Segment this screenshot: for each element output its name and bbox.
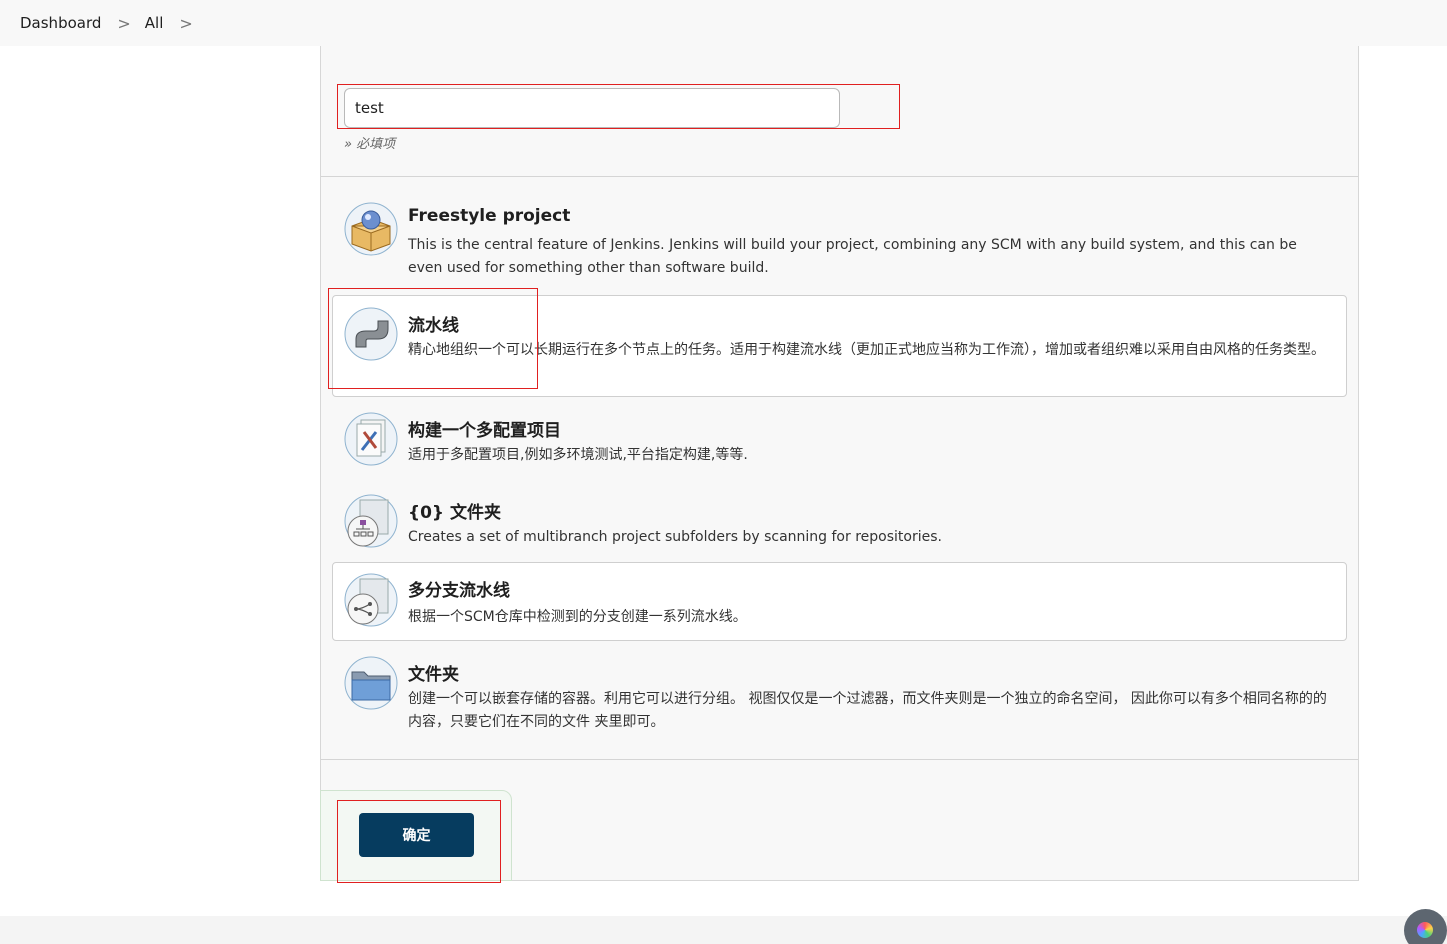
item-title: 多分支流水线 xyxy=(408,581,510,601)
org-folder-icon xyxy=(344,494,398,548)
item-organization-folder[interactable]: {0} 文件夹 Creates a set of multibranch pro… xyxy=(332,482,1347,558)
breadcrumb: Dashboard > All > xyxy=(0,0,1447,46)
confirm-button[interactable]: 确定 xyxy=(359,813,474,857)
divider xyxy=(321,759,1358,760)
pipeline-icon xyxy=(344,307,398,361)
item-name-section: » 必填项 xyxy=(321,46,1358,177)
item-folder[interactable]: 文件夹 创建一个可以嵌套存储的容器。利用它可以进行分组。 视图仅仅是一个过滤器，… xyxy=(332,645,1347,743)
breadcrumb-separator-icon: > xyxy=(117,13,131,33)
new-item-panel: » 必填项 Freestyle project This is the cent… xyxy=(320,46,1359,881)
footer xyxy=(0,916,1447,944)
item-multibranch-pipeline[interactable]: 多分支流水线 根据一个SCM仓库中检测到的分支创建一系列流水线。 xyxy=(332,562,1347,641)
item-freestyle-project[interactable]: Freestyle project This is the central fe… xyxy=(332,190,1347,286)
item-description: 创建一个可以嵌套存储的容器。利用它可以进行分组。 视图仅仅是一个过滤器，而文件夹… xyxy=(408,691,1327,730)
item-title: {0} 文件夹 xyxy=(408,503,501,523)
item-description: 根据一个SCM仓库中检测到的分支创建一系列流水线。 xyxy=(408,609,747,625)
item-description: 适用于多配置项目,例如多环境测试,平台指定构建,等等. xyxy=(408,447,748,463)
multibranch-icon xyxy=(344,573,398,627)
item-title: 构建一个多配置项目 xyxy=(408,421,561,441)
freestyle-box-icon xyxy=(344,202,398,256)
required-hint: » 必填项 xyxy=(344,137,396,152)
assistant-widget-icon[interactable] xyxy=(1404,909,1447,944)
breadcrumb-dashboard[interactable]: Dashboard xyxy=(20,14,101,32)
item-description: Creates a set of multibranch project sub… xyxy=(408,529,942,545)
confirm-area: 确定 xyxy=(320,790,512,881)
breadcrumb-all[interactable]: All xyxy=(145,14,164,32)
folder-icon xyxy=(344,656,398,710)
item-pipeline[interactable]: 流水线 精心地组织一个可以长期运行在多个节点上的任务。适用于构建流水线（更加正式… xyxy=(332,295,1347,397)
item-title: Freestyle project xyxy=(408,206,571,226)
item-title: 流水线 xyxy=(408,316,459,336)
item-name-input[interactable] xyxy=(344,88,840,128)
item-description: 精心地组织一个可以长期运行在多个节点上的任务。适用于构建流水线（更加正式地应当称… xyxy=(408,342,1325,358)
item-title: 文件夹 xyxy=(408,665,459,685)
multi-config-icon xyxy=(344,412,398,466)
item-multi-config[interactable]: 构建一个多配置项目 适用于多配置项目,例如多环境测试,平台指定构建,等等. xyxy=(332,400,1347,476)
item-description: This is the central feature of Jenkins. … xyxy=(408,237,1297,276)
breadcrumb-separator-icon[interactable]: > xyxy=(179,14,192,33)
